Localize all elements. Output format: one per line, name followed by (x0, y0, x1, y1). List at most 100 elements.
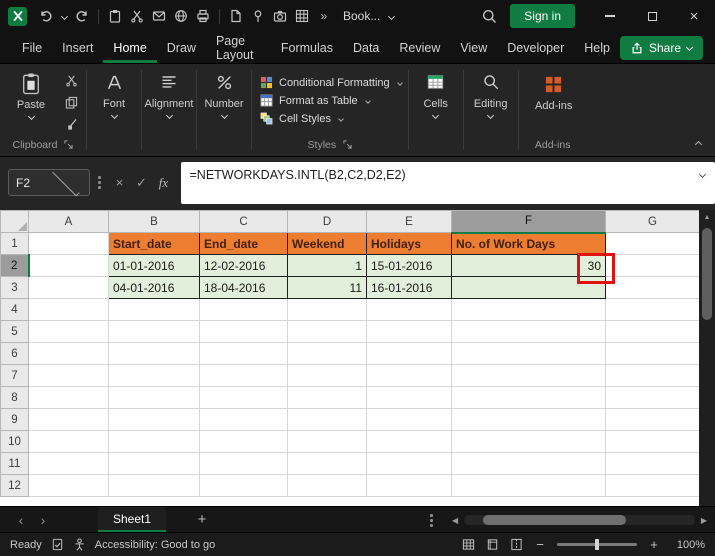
cell[interactable] (199, 474, 288, 497)
scroll-up-icon[interactable]: ▲ (699, 210, 715, 221)
cell-E3[interactable]: 16-01-2016 (366, 276, 452, 299)
col-header-C[interactable]: C (199, 210, 288, 233)
sign-in-button[interactable]: Sign in (510, 4, 575, 28)
cell-B3[interactable]: 04-01-2016 (108, 276, 200, 299)
cell[interactable] (605, 452, 700, 475)
cell[interactable] (28, 298, 109, 321)
formula-input[interactable]: =NETWORKDAYS.INTL(B2,C2,D2,E2) (180, 161, 715, 204)
formula-bar-expand-chevron-icon[interactable] (698, 170, 707, 178)
cell[interactable] (605, 430, 700, 453)
sheetbar-splitter-handle[interactable] (430, 514, 433, 527)
cell-G3[interactable] (605, 276, 700, 299)
tab-file[interactable]: File (12, 32, 52, 63)
cell[interactable] (108, 364, 200, 387)
cell-G2[interactable] (605, 254, 700, 277)
cell[interactable] (287, 408, 367, 431)
zoom-level[interactable]: 100% (671, 539, 705, 551)
macro-record-icon[interactable] (51, 538, 64, 551)
clipboard-icon[interactable] (104, 4, 126, 28)
cell-B2[interactable]: 01-01-2016 (108, 254, 200, 277)
cell[interactable] (605, 474, 700, 497)
horizontal-scrollbar[interactable]: ◀ ▶ (452, 514, 707, 526)
insert-function-button[interactable]: fx (153, 172, 175, 194)
format-as-table-button[interactable]: Format as Table (260, 94, 402, 107)
tab-review[interactable]: Review (389, 32, 450, 63)
cell[interactable] (28, 474, 109, 497)
cell[interactable] (605, 386, 700, 409)
cell[interactable] (451, 342, 606, 365)
collapse-ribbon-chevron-icon[interactable] (694, 140, 703, 149)
cell[interactable] (108, 342, 200, 365)
cell[interactable] (287, 320, 367, 343)
row-header-12[interactable]: 12 (0, 474, 29, 497)
paste-button[interactable]: Paste (8, 69, 54, 136)
row-header-8[interactable]: 8 (0, 386, 29, 409)
tab-view[interactable]: View (450, 32, 497, 63)
undo-dropdown-chevron-icon[interactable] (57, 4, 71, 28)
row-header-5[interactable]: 5 (0, 320, 29, 343)
cell[interactable] (366, 298, 452, 321)
cell[interactable] (366, 386, 452, 409)
tab-formulas[interactable]: Formulas (271, 32, 343, 63)
cell-B1[interactable]: Start_date (108, 232, 200, 255)
undo-icon[interactable] (35, 4, 57, 28)
cell[interactable] (451, 320, 606, 343)
alignment-group-button[interactable]: Alignment (142, 64, 196, 156)
cell[interactable] (605, 364, 700, 387)
cell-C1[interactable]: End_date (199, 232, 288, 255)
copy-button[interactable] (62, 94, 80, 110)
cell[interactable] (366, 320, 452, 343)
formula-bar-handle[interactable] (98, 176, 101, 189)
cell[interactable] (451, 364, 606, 387)
cell[interactable] (366, 474, 452, 497)
zoom-slider[interactable] (557, 539, 637, 550)
row-header-11[interactable]: 11 (0, 452, 29, 475)
workbook-name-chevron-icon[interactable] (384, 4, 398, 28)
cells-group-button[interactable]: Cells (409, 64, 463, 156)
cell[interactable] (287, 452, 367, 475)
cell[interactable] (366, 452, 452, 475)
cell[interactable] (451, 386, 606, 409)
cell-styles-button[interactable]: Cell Styles (260, 112, 402, 125)
editing-group-button[interactable]: Editing (464, 64, 518, 156)
cell[interactable] (199, 452, 288, 475)
cell[interactable] (366, 342, 452, 365)
cell[interactable] (451, 408, 606, 431)
document-icon[interactable] (225, 4, 247, 28)
qat-overflow-icon[interactable]: » (313, 4, 335, 28)
cell[interactable] (287, 430, 367, 453)
cell[interactable] (605, 298, 700, 321)
cell[interactable] (605, 408, 700, 431)
cell-C3[interactable]: 18-04-2016 (199, 276, 288, 299)
cell[interactable] (28, 430, 109, 453)
font-group-button[interactable]: Font (87, 64, 141, 156)
globe-icon[interactable] (170, 4, 192, 28)
enter-check-icon[interactable]: ✓ (131, 172, 153, 194)
cell-G1[interactable] (605, 232, 700, 255)
search-icon[interactable] (478, 4, 500, 28)
cell-A3[interactable] (28, 276, 109, 299)
cell[interactable] (108, 430, 200, 453)
row-header-4[interactable]: 4 (0, 298, 29, 321)
sheet-nav-prev-icon[interactable]: ‹ (10, 512, 32, 528)
cell-D3[interactable]: 11 (287, 276, 367, 299)
cell[interactable] (451, 474, 606, 497)
status-mode[interactable]: Ready (10, 539, 42, 551)
excel-logo-icon[interactable] (8, 6, 27, 26)
col-header-D[interactable]: D (287, 210, 367, 233)
col-header-F[interactable]: F (451, 210, 606, 234)
cell-A1[interactable] (28, 232, 109, 255)
tab-draw[interactable]: Draw (157, 32, 206, 63)
col-header-A[interactable]: A (28, 210, 109, 233)
cell[interactable] (451, 452, 606, 475)
maximize-button[interactable] (631, 0, 673, 32)
mail-icon[interactable] (148, 4, 170, 28)
cut-button[interactable] (62, 72, 80, 88)
cancel-icon[interactable]: × (109, 172, 131, 194)
clipboard-dialog-launcher-icon[interactable] (64, 140, 74, 149)
row-header-1[interactable]: 1 (0, 232, 29, 255)
cell-E1[interactable]: Holidays (366, 232, 452, 255)
cell[interactable] (108, 408, 200, 431)
col-header-G[interactable]: G (605, 210, 700, 233)
row-header-6[interactable]: 6 (0, 342, 29, 365)
